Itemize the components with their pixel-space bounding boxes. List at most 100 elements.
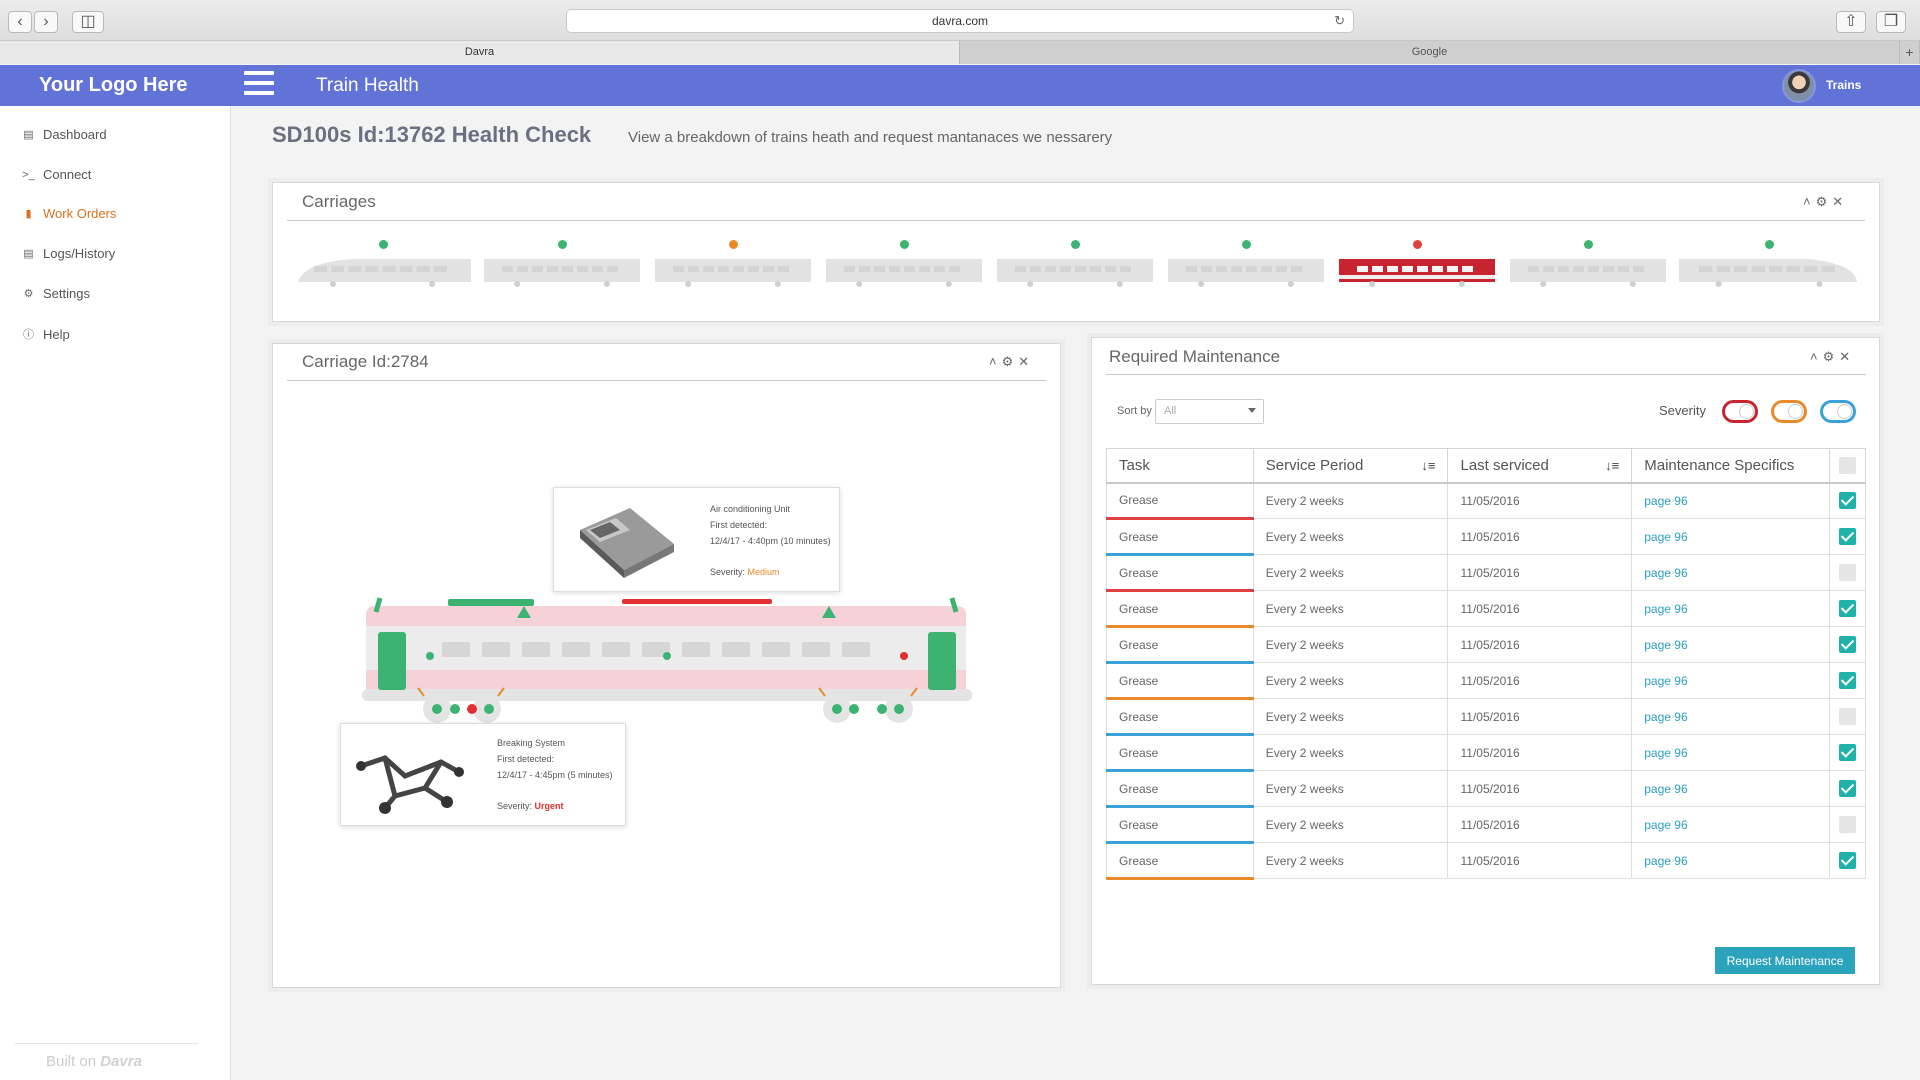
last-serviced-cell: 11/05/2016 (1447, 518, 1633, 555)
sidebar-item-connect[interactable]: >_ Connect (22, 167, 91, 182)
carriage-thumbnail[interactable] (824, 256, 984, 288)
door-right[interactable] (928, 632, 956, 690)
sidebar-item-logs-history[interactable]: ▤ Logs/History (22, 246, 115, 261)
request-maintenance-button[interactable]: Request Maintenance (1715, 947, 1855, 974)
sidebar-item-help[interactable]: ⓘ Help (22, 326, 70, 342)
checkbox[interactable] (1839, 600, 1856, 617)
carriage-thumbnail[interactable] (995, 256, 1155, 288)
column-header-last-serviced[interactable]: Last serviced ↓≡ (1447, 448, 1633, 484)
carriage-thumbnail[interactable] (1166, 256, 1326, 288)
logo[interactable]: Your Logo Here (39, 65, 188, 106)
column-header-maintenance-specifics[interactable]: Maintenance Specifics (1631, 448, 1831, 484)
new-tab-icon[interactable]: + (1900, 41, 1920, 64)
checkbox[interactable] (1839, 852, 1856, 869)
table-row[interactable]: Grease Every 2 weeks 11/05/2016 page 96 (1106, 590, 1866, 628)
app-title: Train Health (316, 75, 419, 96)
sensor-dot[interactable] (663, 652, 671, 660)
checkbox[interactable] (1839, 564, 1856, 581)
table-row[interactable]: Grease Every 2 weeks 11/05/2016 page 96 (1106, 698, 1866, 736)
carriage-thumbnail[interactable] (1508, 256, 1668, 288)
column-header-service-period[interactable]: Service Period ↓≡ (1252, 448, 1449, 484)
checkbox[interactable] (1839, 636, 1856, 653)
hamburger-menu-icon[interactable] (244, 71, 274, 99)
severity-label: Severity: (710, 567, 746, 577)
reload-icon[interactable]: ↻ (1334, 10, 1345, 32)
table-row[interactable]: Grease Every 2 weeks 11/05/2016 page 96 (1106, 554, 1866, 592)
user-name[interactable]: Trains (1826, 65, 1861, 106)
checkbox[interactable] (1839, 456, 1856, 474)
sidebar-toggle-icon[interactable]: ◫ (72, 11, 104, 33)
forward-icon[interactable]: › (34, 11, 58, 33)
collapse-icon[interactable]: ˄ (1803, 194, 1816, 209)
checkbox[interactable] (1839, 708, 1856, 725)
table-row[interactable]: Grease Every 2 weeks 11/05/2016 page 96 (1106, 662, 1866, 700)
tabs-overview-icon[interactable]: ❐ (1876, 11, 1906, 33)
checkbox[interactable] (1839, 744, 1856, 761)
sidebar-item-settings[interactable]: ⚙ Settings (22, 286, 90, 301)
checkbox[interactable] (1839, 816, 1856, 833)
sensor-dot[interactable] (900, 652, 908, 660)
maintenance-specifics-link[interactable]: page 96 (1631, 770, 1831, 807)
carriage-thumbnail[interactable] (482, 256, 642, 288)
gear-icon[interactable]: ⚙ (1823, 349, 1840, 364)
maintenance-specifics-link[interactable]: page 96 (1631, 806, 1831, 843)
checkbox[interactable] (1839, 672, 1856, 689)
door-left[interactable] (378, 632, 406, 690)
breaking-system-callout[interactable]: Breaking System First detected: 12/4/17 … (340, 723, 626, 826)
severity-toggle-red[interactable] (1722, 400, 1758, 423)
maintenance-specifics-link[interactable]: page 96 (1631, 662, 1831, 699)
table-row[interactable]: Grease Every 2 weeks 11/05/2016 page 96 (1106, 842, 1866, 880)
maintenance-specifics-link[interactable]: page 96 (1631, 554, 1831, 591)
carriage-thumbnail[interactable] (1679, 256, 1859, 288)
sort-icon[interactable]: ↓≡ (1605, 458, 1619, 473)
select-all-checkbox[interactable] (1829, 448, 1866, 484)
roof-unit-status[interactable] (448, 599, 534, 606)
maintenance-specifics-link[interactable]: page 96 (1631, 518, 1831, 555)
checkbox[interactable] (1839, 780, 1856, 797)
sidebar-item-dashboard[interactable]: ▤ Dashboard (22, 127, 106, 142)
table-row[interactable]: Grease Every 2 weeks 11/05/2016 page 96 (1106, 518, 1866, 556)
maintenance-specifics-link[interactable]: page 96 (1631, 590, 1831, 627)
maintenance-specifics-link[interactable]: page 96 (1631, 482, 1831, 519)
close-icon[interactable]: ✕ (1018, 354, 1034, 369)
sensor-dot[interactable] (426, 652, 434, 660)
checkbox[interactable] (1839, 528, 1856, 545)
table-row[interactable]: Grease Every 2 weeks 11/05/2016 page 96 (1106, 806, 1866, 844)
severity-toggle-blue[interactable] (1820, 400, 1856, 423)
back-icon[interactable]: ‹ (8, 11, 32, 33)
maintenance-specifics-link[interactable]: page 96 (1631, 842, 1831, 879)
column-header-task[interactable]: Task (1106, 448, 1254, 484)
avatar[interactable] (1782, 69, 1816, 103)
carriage-thumbnail[interactable] (1337, 256, 1497, 288)
collapse-icon[interactable]: ˄ (989, 354, 1002, 369)
browser-tab-google[interactable]: Google (960, 41, 1900, 64)
air-conditioning-callout[interactable]: Air conditioning Unit First detected: 12… (553, 487, 840, 592)
carriage-thumbnail[interactable] (294, 256, 471, 288)
maintenance-specifics-link[interactable]: page 96 (1631, 734, 1831, 771)
close-icon[interactable]: ✕ (1832, 194, 1848, 209)
address-bar[interactable]: davra.com ↻ (566, 9, 1354, 33)
task-cell: Grease (1106, 842, 1254, 880)
maintenance-specifics-link[interactable]: page 96 (1631, 626, 1831, 663)
table-row[interactable]: Grease Every 2 weeks 11/05/2016 page 96 (1106, 770, 1866, 808)
sort-select[interactable]: All (1155, 399, 1264, 424)
maintenance-specifics-link[interactable]: page 96 (1631, 698, 1831, 735)
gear-icon[interactable]: ⚙ (1816, 194, 1833, 209)
sort-icon[interactable]: ↓≡ (1421, 458, 1435, 473)
close-icon[interactable]: ✕ (1839, 349, 1855, 364)
table-row[interactable]: Grease Every 2 weeks 11/05/2016 page 96 (1106, 626, 1866, 664)
sidebar-item-work-orders[interactable]: ▮ Work Orders (22, 206, 116, 221)
carriage-thumbnail[interactable] (653, 256, 813, 288)
last-serviced-cell: 11/05/2016 (1447, 590, 1633, 627)
service-period-cell: Every 2 weeks (1252, 770, 1449, 807)
air-conditioning-unit-status[interactable] (622, 599, 772, 604)
collapse-icon[interactable]: ˄ (1810, 349, 1823, 364)
checkbox[interactable] (1839, 492, 1856, 510)
task-cell: Grease (1106, 698, 1254, 736)
browser-tab-davra[interactable]: Davra (0, 41, 960, 64)
severity-toggle-orange[interactable] (1771, 400, 1807, 423)
gear-icon[interactable]: ⚙ (1002, 354, 1019, 369)
table-row[interactable]: Grease Every 2 weeks 11/05/2016 page 96 (1106, 482, 1866, 520)
share-icon[interactable]: ⇧ (1836, 11, 1866, 33)
table-row[interactable]: Grease Every 2 weeks 11/05/2016 page 96 (1106, 734, 1866, 772)
